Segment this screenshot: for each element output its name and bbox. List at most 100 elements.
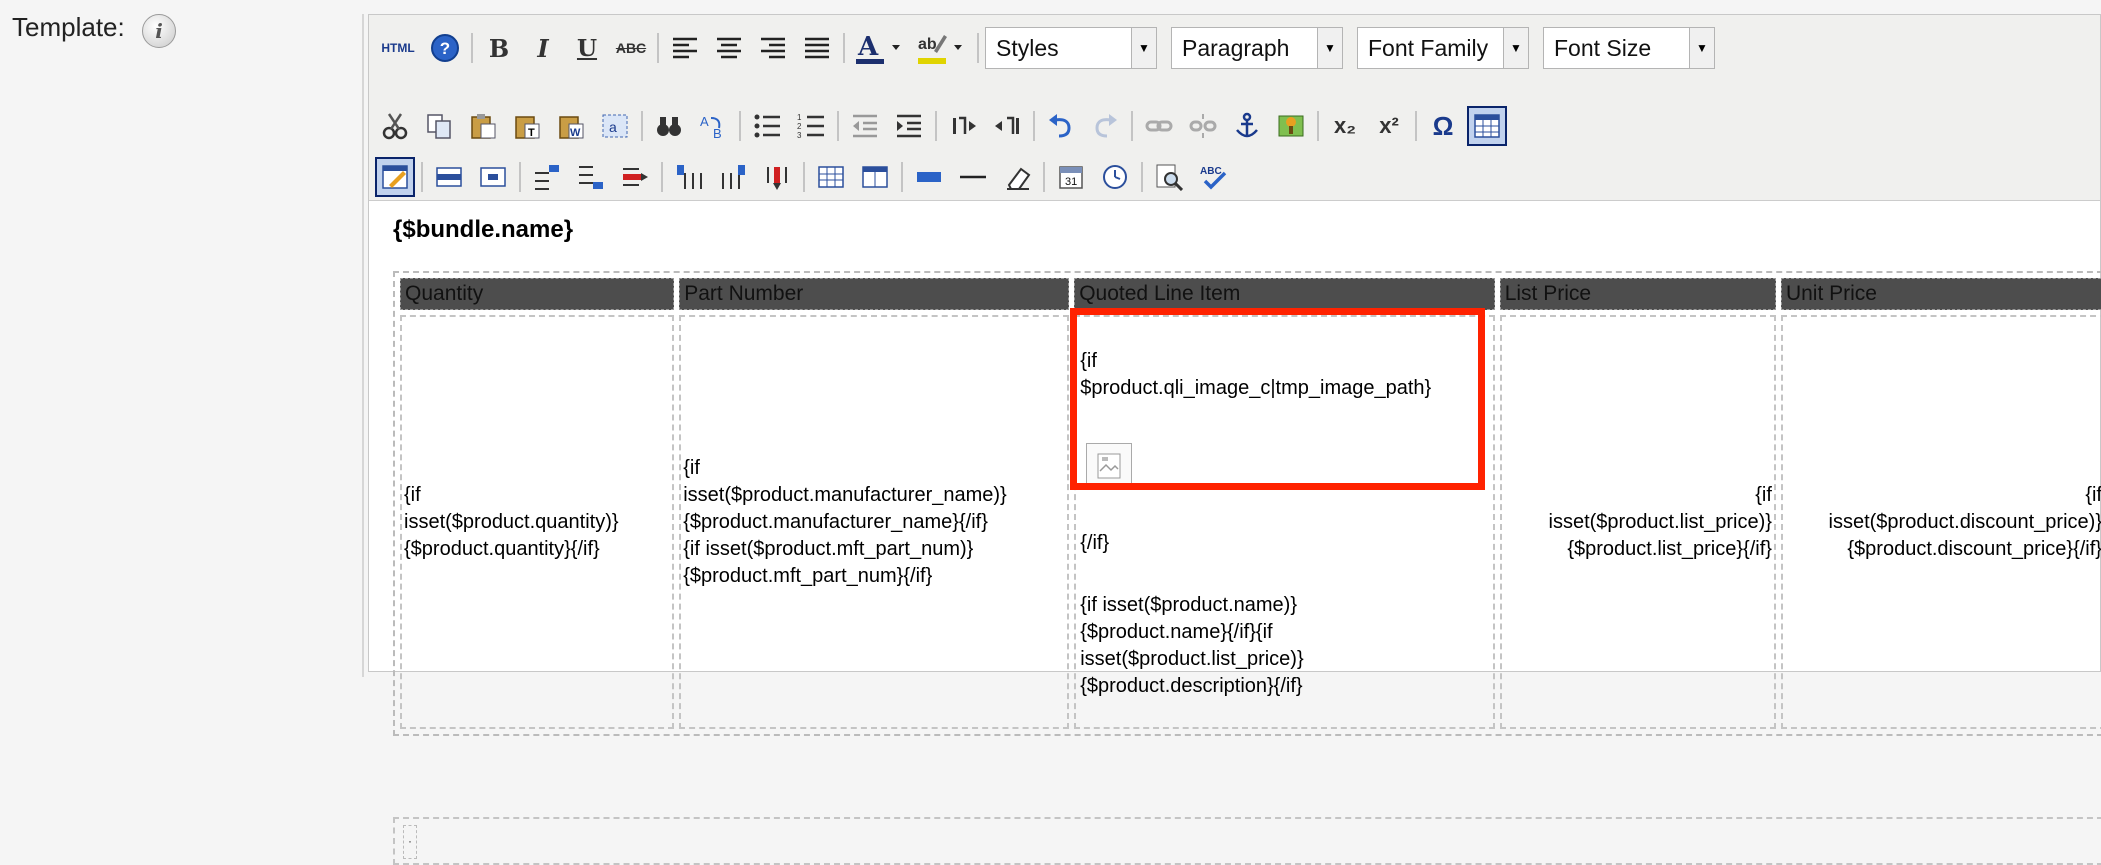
svg-text:2: 2: [797, 122, 802, 131]
unlink-icon: [1189, 114, 1217, 138]
insert-time-button[interactable]: [1095, 157, 1135, 197]
styles-select[interactable]: Styles ▼: [985, 27, 1157, 69]
header-unit-price[interactable]: Unit Price: [1780, 278, 2101, 310]
strike-label: ABC: [615, 40, 647, 56]
header-quoted-line-item[interactable]: Quoted Line Item: [1074, 278, 1495, 310]
delete-row-button[interactable]: [615, 157, 655, 197]
horizontal-rule-button[interactable]: [953, 157, 993, 197]
insert-col-after-button[interactable]: [713, 157, 753, 197]
highlight-color-button[interactable]: ab: [913, 28, 971, 68]
bold-button[interactable]: B: [479, 28, 519, 68]
remove-format-button[interactable]: [997, 157, 1037, 197]
bundle-name-text: {$bundle.name}: [393, 216, 574, 243]
undo-button[interactable]: [1041, 106, 1081, 146]
strikethrough-button[interactable]: ABC: [611, 28, 651, 68]
special-char-button[interactable]: Ω: [1423, 106, 1463, 146]
preview-icon: [1156, 164, 1183, 191]
redo-button[interactable]: [1085, 106, 1125, 146]
numbered-list-button[interactable]: 123: [791, 106, 831, 146]
rtl-button[interactable]: [987, 106, 1027, 146]
visual-aid-button[interactable]: [909, 157, 949, 197]
empty-cell-marker[interactable]: ·: [403, 825, 417, 859]
underline-button[interactable]: U: [567, 28, 607, 68]
paste-word-button[interactable]: W: [551, 106, 591, 146]
separator: [1141, 162, 1143, 192]
replace-button[interactable]: AB: [693, 106, 733, 146]
paragraph-select-value: Paragraph: [1182, 34, 1290, 61]
indent-button[interactable]: [889, 106, 929, 146]
link-button[interactable]: [1139, 106, 1179, 146]
align-right-button[interactable]: [753, 28, 793, 68]
text-color-icon: A: [856, 32, 900, 64]
table-properties-icon: [382, 165, 408, 189]
cell-quantity[interactable]: {if isset($product.quantity)} {$product.…: [400, 315, 675, 729]
align-justify-button[interactable]: [797, 28, 837, 68]
insert-date-button[interactable]: 31: [1051, 157, 1091, 197]
empty-table-row[interactable]: ·: [393, 817, 2101, 865]
insert-image-button[interactable]: [1271, 106, 1311, 146]
copy-button[interactable]: [419, 106, 459, 146]
separator: [641, 111, 643, 141]
eraser-icon: [1007, 167, 1031, 190]
insert-row-after-button[interactable]: [571, 157, 611, 197]
insert-col-after-icon: [722, 165, 745, 189]
select-all-button[interactable]: a: [595, 106, 635, 146]
merge-cells-button[interactable]: [855, 157, 895, 197]
editor-content-area[interactable]: {$bundle.name} Quantity Part Number Quot…: [369, 201, 2101, 865]
superscript-button[interactable]: x²: [1369, 106, 1409, 146]
insert-row-before-button[interactable]: [527, 157, 567, 197]
merge-cells-icon: [862, 166, 888, 188]
anchor-button[interactable]: [1227, 106, 1267, 146]
cell-properties-button[interactable]: [473, 157, 513, 197]
ltr-button[interactable]: [943, 106, 983, 146]
subscript-button[interactable]: x₂: [1325, 106, 1365, 146]
html-source-button[interactable]: HTML: [375, 28, 421, 68]
separator: [1043, 162, 1045, 192]
spellcheck-button[interactable]: ABC: [1193, 157, 1233, 197]
align-center-button[interactable]: [709, 28, 749, 68]
svg-text:ab: ab: [918, 36, 937, 53]
split-cells-button[interactable]: [811, 157, 851, 197]
cut-button[interactable]: [375, 106, 415, 146]
align-center-icon: [717, 37, 741, 59]
insert-col-before-button[interactable]: [669, 157, 709, 197]
italic-button[interactable]: I: [523, 28, 563, 68]
bullet-list-button[interactable]: [747, 106, 787, 146]
toolbar-row-3: 31 ABC: [375, 152, 1237, 202]
text-color-button[interactable]: A: [851, 28, 909, 68]
table-header-row: Quantity Part Number Quoted Line Item Li…: [400, 278, 2101, 310]
outdent-icon: [853, 114, 877, 138]
unlink-button[interactable]: [1183, 106, 1223, 146]
cell-part-number[interactable]: {if isset($product.manufacturer_name)} {…: [679, 315, 1070, 729]
cell-unit-price[interactable]: {if isset($product.discount_price)} {$pr…: [1780, 315, 2101, 729]
help-button[interactable]: ?: [425, 28, 465, 68]
header-list-price[interactable]: List Price: [1499, 278, 1776, 310]
header-part-number[interactable]: Part Number: [679, 278, 1070, 310]
products-template-table[interactable]: Quantity Part Number Quoted Line Item Li…: [393, 271, 2101, 736]
cell-list-price[interactable]: {if isset($product.list_price)} {$produc…: [1499, 315, 1776, 729]
chevron-down-icon: ▼: [1503, 28, 1528, 68]
paragraph-select[interactable]: Paragraph ▼: [1171, 27, 1343, 69]
broken-image-icon[interactable]: [1086, 443, 1133, 489]
paste-text-button[interactable]: T: [507, 106, 547, 146]
svg-text:A: A: [857, 32, 879, 62]
find-button[interactable]: [649, 106, 689, 146]
header-quantity[interactable]: Quantity: [400, 278, 675, 310]
font-size-select[interactable]: Font Size ▼: [1543, 27, 1715, 69]
align-left-button[interactable]: [665, 28, 705, 68]
cell-quoted-line-item[interactable]: {if $product.qli_image_c|tmp_image_path}…: [1074, 315, 1495, 729]
info-icon[interactable]: i: [142, 14, 176, 48]
table-properties-button[interactable]: [375, 157, 415, 197]
table-button[interactable]: [1467, 106, 1507, 146]
font-family-select[interactable]: Font Family ▼: [1357, 27, 1529, 69]
preview-button[interactable]: [1149, 157, 1189, 197]
row-properties-button[interactable]: [429, 157, 469, 197]
paste-button[interactable]: [463, 106, 503, 146]
svg-text:B: B: [713, 126, 722, 140]
delete-col-icon: [767, 167, 787, 190]
qli-image-condition: {if $product.qli_image_c|tmp_image_path}: [1080, 350, 1432, 399]
outdent-button[interactable]: [845, 106, 885, 146]
separator: [1131, 111, 1133, 141]
table-icon: [1474, 114, 1500, 138]
delete-col-button[interactable]: [757, 157, 797, 197]
